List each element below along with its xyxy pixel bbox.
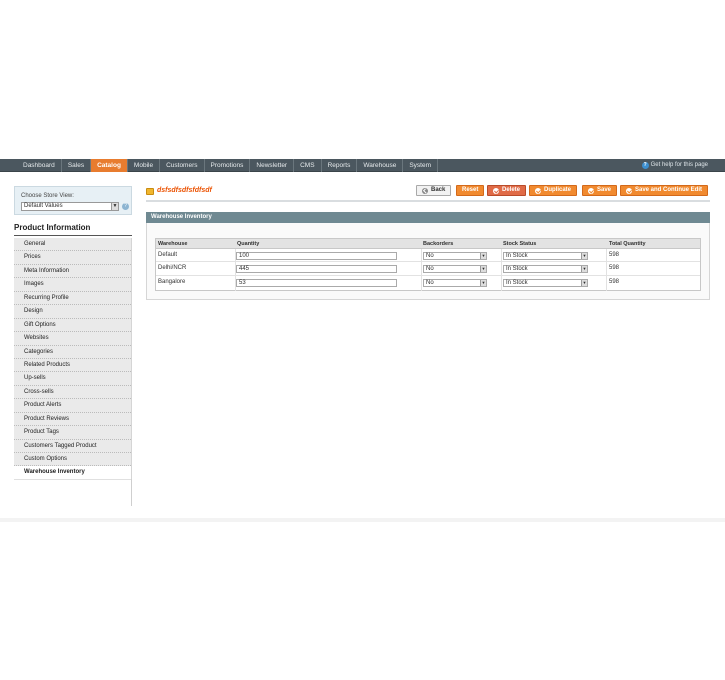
divider xyxy=(146,200,710,202)
warehouse-name: Bangalore xyxy=(158,278,186,285)
nav-menu: Dashboard Sales Catalog Mobile Customers… xyxy=(17,159,438,172)
delete-button[interactable]: Delete xyxy=(487,185,527,196)
tab-product-tags[interactable]: Product Tags xyxy=(14,426,131,440)
help-label: Get help for this page xyxy=(650,162,708,168)
tab-categories[interactable]: Categories xyxy=(14,345,131,359)
tab-related-products[interactable]: Related Products xyxy=(14,358,131,373)
nav-catalog[interactable]: Catalog xyxy=(91,159,128,172)
nav-system[interactable]: System xyxy=(403,159,438,172)
section-heading: Warehouse Inventory xyxy=(146,212,710,223)
help-icon: ? xyxy=(641,162,649,169)
backorders-value: No xyxy=(426,279,434,286)
backorders-value: No xyxy=(426,253,434,259)
tab-up-sells[interactable]: Up-sells xyxy=(14,372,131,386)
warehouse-inventory-table: Warehouse Quantity Backorders Stock Stat… xyxy=(155,238,701,291)
nav-dashboard[interactable]: Dashboard xyxy=(17,159,62,172)
tab-design[interactable]: Design xyxy=(14,305,131,319)
back-button[interactable]: Back xyxy=(416,185,452,196)
nav-warehouse[interactable]: Warehouse xyxy=(357,159,404,172)
duplicate-button[interactable]: Duplicate xyxy=(529,185,578,196)
tab-customers-tagged-product[interactable]: Customers Tagged Product xyxy=(14,439,131,453)
stock-status-value: In Stock xyxy=(506,266,528,273)
backorders-select[interactable]: No ▼ xyxy=(423,265,487,274)
save-label: Save xyxy=(597,187,612,193)
tab-warehouse-inventory[interactable]: Warehouse Inventory xyxy=(14,466,131,480)
back-arrow-icon xyxy=(422,187,428,194)
stock-status-value: In Stock xyxy=(506,253,528,259)
nav-mobile[interactable]: Mobile xyxy=(128,159,161,172)
nav-promotions[interactable]: Promotions xyxy=(205,159,251,172)
quantity-input[interactable]: 445 xyxy=(236,265,397,274)
tab-recurring-profile[interactable]: Recurring Profile xyxy=(14,291,131,306)
total-quantity: 598 xyxy=(609,278,620,285)
tab-cross-sells[interactable]: Cross-sells xyxy=(14,385,131,400)
nav-newsletter[interactable]: Newsletter xyxy=(250,159,295,172)
question-mark-icon[interactable]: ? xyxy=(122,203,129,210)
store-switcher: Choose Store View: Default Values ▼ ? xyxy=(14,186,132,215)
chevron-down-icon: ▼ xyxy=(480,253,486,259)
store-view-value: Default Values xyxy=(24,203,63,209)
stock-status-value: In Stock xyxy=(506,279,528,286)
table-row: Default 100 No ▼ In Stock ▼ 598 xyxy=(156,249,700,263)
divider xyxy=(14,479,132,480)
tab-product-reviews[interactable]: Product Reviews xyxy=(14,412,131,427)
chevron-down-icon: ▼ xyxy=(581,253,587,259)
main-navigation: Dashboard Sales Catalog Mobile Customers… xyxy=(0,159,725,172)
tab-general[interactable]: General xyxy=(14,238,131,252)
product-tabs: General Prices Meta Information Images R… xyxy=(14,238,132,480)
chevron-down-icon: ▼ xyxy=(581,266,587,273)
tab-websites[interactable]: Websites xyxy=(14,332,131,346)
table-row: Delhi/NCR 445 No ▼ In Stock ▼ 598 xyxy=(156,262,700,276)
tab-prices[interactable]: Prices xyxy=(14,251,131,265)
duplicate-label: Duplicate xyxy=(544,187,572,193)
duplicate-icon xyxy=(535,187,541,194)
nav-cms[interactable]: CMS xyxy=(294,159,322,172)
chevron-down-icon: ▼ xyxy=(581,279,587,286)
tab-images[interactable]: Images xyxy=(14,278,131,292)
product-icon xyxy=(146,188,154,195)
divider xyxy=(131,479,132,506)
tab-meta-information[interactable]: Meta Information xyxy=(14,264,131,279)
divider xyxy=(14,235,132,236)
backorders-select[interactable]: No ▼ xyxy=(423,252,487,260)
stock-status-select[interactable]: In Stock ▼ xyxy=(503,278,588,287)
delete-label: Delete xyxy=(502,187,521,193)
reset-label: Reset xyxy=(462,187,479,193)
checkmark-icon xyxy=(626,187,632,194)
quantity-input[interactable]: 53 xyxy=(236,278,397,287)
warehouse-name: Delhi/NCR xyxy=(158,265,187,272)
footer-strip xyxy=(0,518,725,522)
quantity-input[interactable]: 100 xyxy=(236,252,397,260)
nav-reports[interactable]: Reports xyxy=(322,159,358,172)
help-link[interactable]: ? Get help for this page xyxy=(641,159,708,172)
nav-sales[interactable]: Sales xyxy=(62,159,92,172)
stock-status-select[interactable]: In Stock ▼ xyxy=(503,252,588,260)
tab-custom-options[interactable]: Custom Options xyxy=(14,453,131,467)
save-and-continue-button[interactable]: Save and Continue Edit xyxy=(620,185,709,196)
chevron-down-icon: ▼ xyxy=(111,203,118,210)
tab-gift-options[interactable]: Gift Options xyxy=(14,318,131,333)
backorders-value: No xyxy=(426,266,434,273)
backorders-select[interactable]: No ▼ xyxy=(423,278,487,287)
store-switcher-label: Choose Store View: xyxy=(21,193,74,199)
table-row: Bangalore 53 No ▼ In Stock ▼ 598 xyxy=(156,276,700,289)
total-quantity: 598 xyxy=(609,265,620,272)
product-information-title: Product Information xyxy=(14,223,91,232)
total-quantity: 598 xyxy=(609,252,620,258)
store-view-select[interactable]: Default Values ▼ xyxy=(21,202,119,211)
save-button[interactable]: Save xyxy=(582,185,618,196)
page-title: dsfsdfsdfsfdfsdf xyxy=(157,187,212,194)
back-label: Back xyxy=(431,187,446,193)
save-and-continue-label: Save and Continue Edit xyxy=(635,187,703,193)
nav-customers[interactable]: Customers xyxy=(160,159,205,172)
chevron-down-icon: ▼ xyxy=(480,279,486,286)
checkmark-icon xyxy=(588,187,594,194)
stock-status-select[interactable]: In Stock ▼ xyxy=(503,265,588,274)
warehouse-name: Default xyxy=(158,252,178,258)
delete-icon xyxy=(493,187,499,194)
chevron-down-icon: ▼ xyxy=(480,266,486,273)
tab-product-alerts[interactable]: Product Alerts xyxy=(14,399,131,413)
table-header: Warehouse Quantity Backorders Stock Stat… xyxy=(156,239,700,249)
reset-button[interactable]: Reset xyxy=(456,185,485,196)
